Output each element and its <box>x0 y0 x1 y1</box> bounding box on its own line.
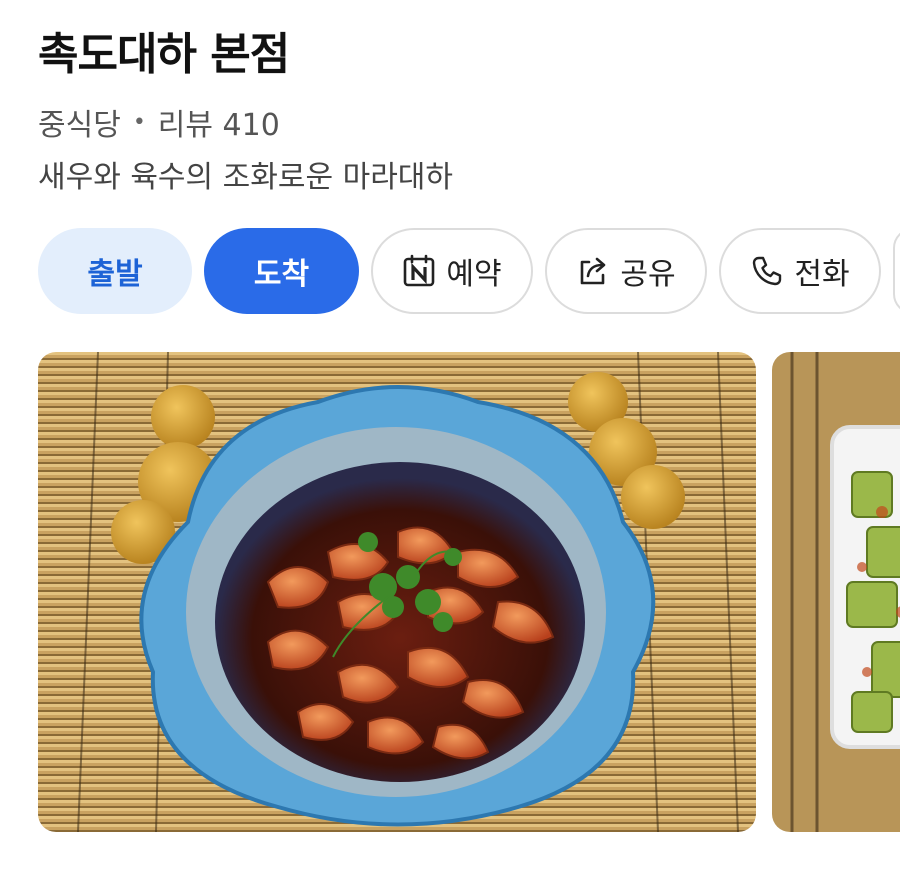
reserve-button[interactable]: 예약 <box>371 228 533 314</box>
place-title: 촉도대하 본점 <box>38 29 290 80</box>
share-icon <box>576 254 610 288</box>
photo-main-dish[interactable] <box>38 352 756 832</box>
photo-side-dish[interactable] <box>772 352 900 832</box>
place-meta: 중식당 • 리뷰 410 <box>38 100 280 144</box>
call-button[interactable]: 전화 <box>719 228 881 314</box>
arrive-button[interactable]: 도착 <box>204 228 359 314</box>
depart-label: 출발 <box>87 257 143 292</box>
action-buttons: 출발 도착 예약 공유 전화 <box>38 228 900 314</box>
reserve-label: 예약 <box>446 257 502 292</box>
share-label: 공유 <box>620 257 676 292</box>
share-button[interactable]: 공유 <box>545 228 707 314</box>
depart-button[interactable]: 출발 <box>38 228 192 314</box>
arrive-label: 도착 <box>253 257 310 292</box>
call-label: 전화 <box>794 257 850 292</box>
more-button[interactable] <box>893 228 900 314</box>
meta-separator: • <box>132 109 146 135</box>
review-count-link[interactable]: 리뷰 410 <box>158 100 280 144</box>
naver-calendar-icon <box>402 254 436 288</box>
phone-icon <box>750 254 784 288</box>
place-description: 새우와 육수의 조화로운 마라대하 <box>38 160 454 195</box>
category-label: 중식당 <box>38 108 121 143</box>
photo-carousel[interactable] <box>38 352 900 832</box>
